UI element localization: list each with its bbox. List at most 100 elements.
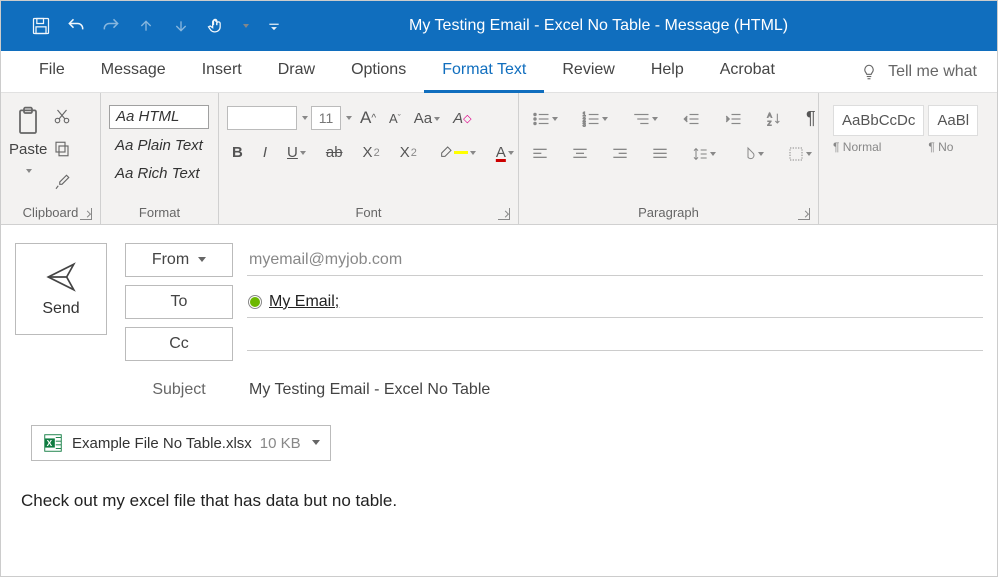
sort-icon[interactable]: AZ (761, 108, 787, 130)
tell-me[interactable]: Tell me what (860, 63, 977, 81)
to-button[interactable]: To (125, 285, 233, 319)
bullets-icon[interactable] (527, 107, 563, 130)
tab-review[interactable]: Review (544, 51, 632, 93)
svg-text:A: A (767, 112, 772, 119)
shrink-font-icon[interactable]: Aˇ (384, 108, 406, 129)
qat-customize-icon[interactable] (264, 16, 284, 36)
align-left-icon[interactable] (527, 144, 553, 164)
paragraph-dialog-launcher[interactable] (798, 208, 810, 220)
attachment-item[interactable]: X Example File No Table.xlsx 10 KB (31, 425, 331, 461)
cc-field[interactable] (247, 338, 983, 351)
paste-dropdown-icon[interactable] (24, 162, 32, 180)
next-item-icon[interactable] (171, 16, 191, 36)
change-case-icon[interactable]: Aa (409, 107, 445, 130)
lightbulb-icon (860, 63, 878, 81)
group-font-label: Font (355, 205, 381, 220)
attachment-name: Example File No Table.xlsx (72, 435, 252, 452)
attachments-area: X Example File No Table.xlsx 10 KB (1, 407, 997, 461)
from-value[interactable]: myemail@myjob.com (247, 245, 983, 276)
tab-acrobat[interactable]: Acrobat (702, 51, 793, 93)
svg-text:3: 3 (583, 122, 586, 127)
multilevel-list-icon[interactable] (627, 107, 663, 130)
numbering-icon[interactable]: 123 (577, 107, 613, 130)
presence-icon (249, 296, 261, 308)
group-paragraph: 123 AZ ¶ Paragraph (519, 93, 819, 224)
clear-formatting-icon[interactable]: A◇ (448, 107, 476, 130)
tab-format-text[interactable]: Format Text (424, 51, 544, 93)
borders-icon[interactable] (783, 142, 817, 165)
paste-icon (12, 105, 44, 137)
font-name-input[interactable] (227, 106, 297, 130)
justify-icon[interactable] (647, 144, 673, 164)
touch-mode-icon[interactable] (206, 16, 226, 36)
style-nospacing[interactable]: AaBl ¶ No (928, 105, 978, 154)
clipboard-dialog-launcher[interactable] (80, 208, 92, 220)
prev-item-icon[interactable] (136, 16, 156, 36)
undo-icon[interactable] (66, 16, 86, 36)
font-size-dropdown[interactable] (344, 109, 352, 127)
format-rich-button[interactable]: Aa Rich Text (109, 163, 209, 185)
ribbon-tabs: File Message Insert Draw Options Format … (1, 51, 997, 93)
group-format: Aa HTML Aa Plain Text Aa Rich Text Forma… (101, 93, 219, 224)
excel-file-icon: X (42, 432, 64, 454)
italic-button[interactable]: I (258, 141, 272, 164)
tab-draw[interactable]: Draw (260, 51, 333, 93)
strikethrough-button[interactable]: ab (321, 141, 348, 164)
to-recipient[interactable]: My Email; (269, 293, 339, 311)
to-field[interactable]: My Email; (247, 287, 983, 318)
group-styles: AaBbCcDc ¶ Normal AaBl ¶ No (819, 93, 997, 224)
format-plain-button[interactable]: Aa Plain Text (109, 135, 209, 157)
highlight-color-icon[interactable] (432, 141, 481, 164)
tell-me-label: Tell me what (888, 63, 977, 81)
decrease-indent-icon[interactable] (677, 108, 705, 130)
redo-icon[interactable] (101, 16, 121, 36)
save-icon[interactable] (31, 16, 51, 36)
bold-button[interactable]: B (227, 141, 248, 164)
group-clipboard-label: Clipboard (23, 205, 79, 220)
svg-text:X: X (47, 439, 53, 448)
style-normal[interactable]: AaBbCcDc ¶ Normal (833, 105, 924, 154)
font-size-input[interactable]: 11 (311, 106, 341, 130)
show-marks-icon[interactable]: ¶ (801, 105, 821, 132)
group-paragraph-label: Paragraph (638, 205, 699, 220)
compose-header: Send From myemail@myjob.com To My Email;… (1, 225, 997, 407)
group-clipboard: Paste Clipboard (1, 93, 101, 224)
title-bar: My Testing Email - Excel No Table - Mess… (1, 1, 997, 51)
send-button[interactable]: Send (15, 243, 107, 335)
subscript-button[interactable]: X2 (358, 141, 385, 164)
copy-icon[interactable] (53, 140, 71, 163)
shading-icon[interactable] (735, 142, 769, 165)
underline-button[interactable]: U (282, 141, 311, 164)
grow-font-icon[interactable]: A^ (355, 105, 381, 131)
tab-insert[interactable]: Insert (184, 51, 260, 93)
tab-options[interactable]: Options (333, 51, 424, 93)
format-painter-icon[interactable] (53, 173, 71, 196)
cut-icon[interactable] (53, 107, 71, 130)
format-html-button[interactable]: Aa HTML (109, 105, 209, 129)
ribbon: Paste Clipboard Aa HTML Aa Plain Text Aa… (1, 93, 997, 225)
line-spacing-icon[interactable] (687, 142, 721, 165)
increase-indent-icon[interactable] (719, 108, 747, 130)
send-label: Send (42, 300, 79, 318)
subject-input[interactable]: My Testing Email - Excel No Table (247, 375, 983, 405)
font-dialog-launcher[interactable] (498, 208, 510, 220)
group-format-label: Format (139, 205, 180, 220)
tab-file[interactable]: File (21, 51, 83, 93)
message-body[interactable]: Check out my excel file that has data bu… (1, 461, 997, 541)
subject-label: Subject (125, 373, 233, 407)
window-title: My Testing Email - Excel No Table - Mess… (409, 17, 788, 35)
tab-message[interactable]: Message (83, 51, 184, 93)
quick-access-toolbar (31, 16, 284, 36)
font-name-dropdown[interactable] (300, 109, 308, 127)
attachment-size: 10 KB (260, 435, 301, 452)
align-center-icon[interactable] (567, 144, 593, 164)
paste-button[interactable]: Paste (9, 105, 47, 180)
attachment-dropdown-icon[interactable] (309, 434, 320, 452)
superscript-button[interactable]: X2 (395, 141, 422, 164)
align-right-icon[interactable] (607, 144, 633, 164)
tab-help[interactable]: Help (633, 51, 702, 93)
from-button[interactable]: From (125, 243, 233, 277)
touch-mode-dropdown[interactable] (241, 16, 249, 36)
font-color-icon[interactable]: A (491, 141, 519, 164)
cc-button[interactable]: Cc (125, 327, 233, 361)
